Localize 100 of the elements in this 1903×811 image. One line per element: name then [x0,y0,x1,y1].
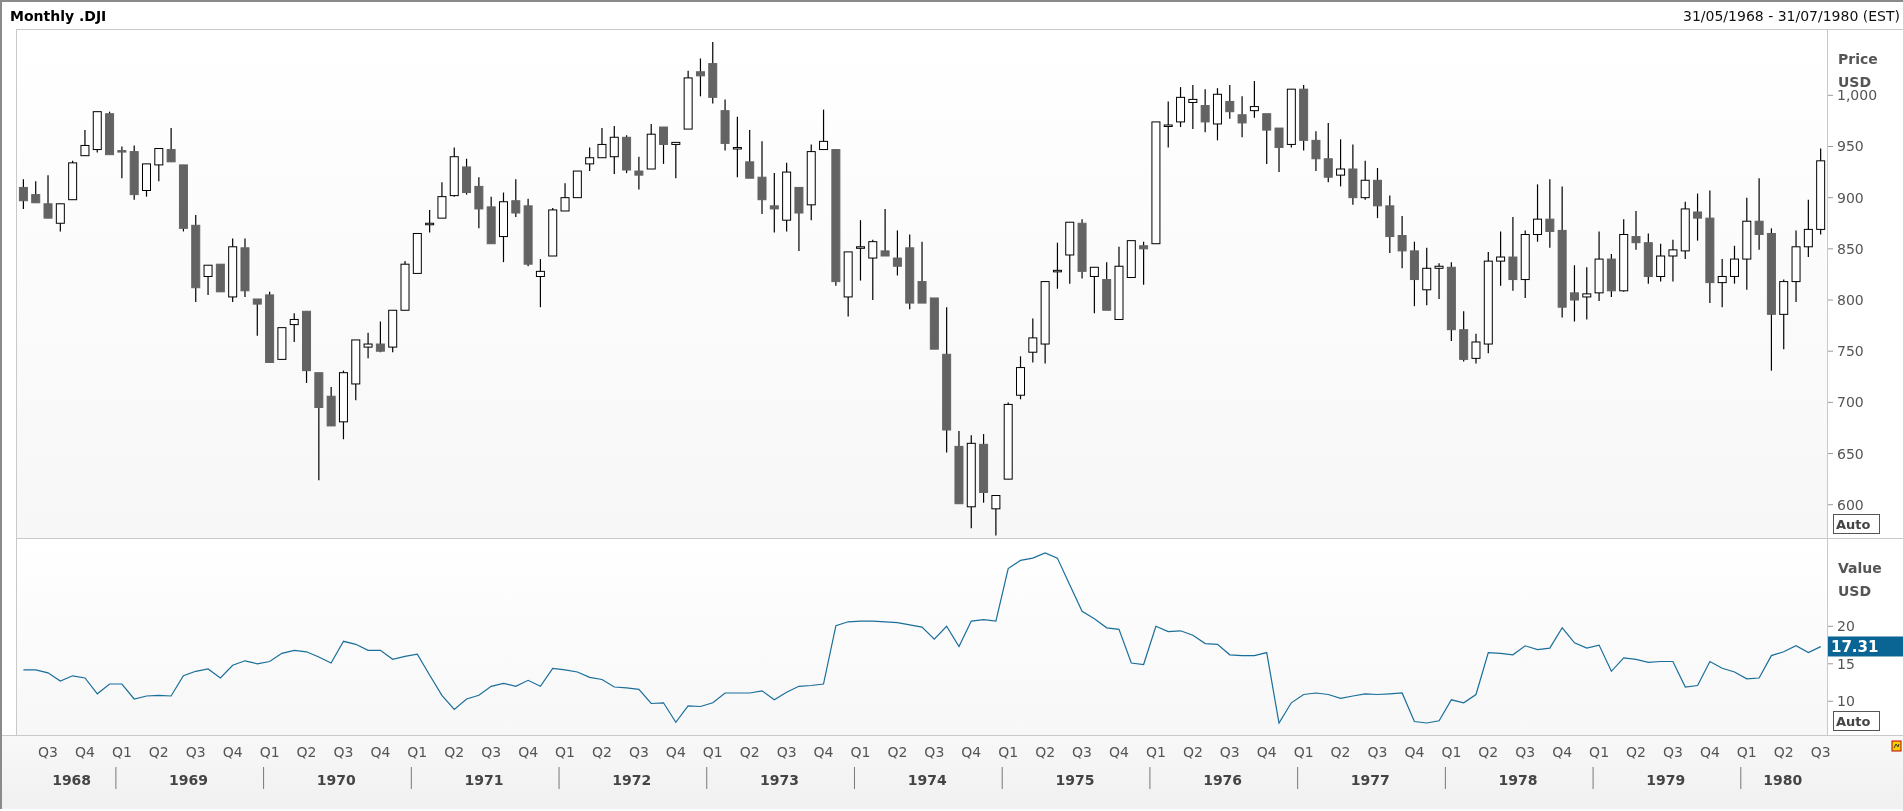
candlestick [437,181,447,219]
quarter-label: Q1 [1145,744,1166,760]
axis-tick-label: 650 [1837,445,1864,462]
candlestick [1693,192,1703,242]
quarter-label: Q2 [296,744,317,760]
quarter-label: Q4 [961,744,982,760]
axis-title: Value [1838,560,1882,576]
candlestick [129,144,139,201]
candlestick [1533,183,1543,243]
candlestick [1360,160,1370,201]
candlestick [979,433,989,504]
candlestick [732,116,742,178]
quarter-label: Q3 [1367,744,1388,760]
candlestick [1643,232,1653,285]
candlestick [1163,100,1173,149]
axis-tick-label: 750 [1837,343,1864,360]
candlestick [277,327,287,360]
candlestick [252,298,262,337]
auto-scale-button[interactable]: Auto [1833,514,1880,534]
axis-tick-label: 15 [1837,655,1855,672]
quarter-label: Q1 [1293,744,1314,760]
quarter-label: Q2 [1035,744,1056,760]
candlestick [486,196,496,245]
candlestick [499,191,508,263]
candlestick [1631,210,1641,251]
candlestick [1102,261,1112,311]
quarter-label: Q2 [592,744,612,760]
candlestick [1680,201,1690,260]
candlestick [1077,218,1087,280]
candlestick [363,332,373,359]
candlestick [856,219,865,282]
candlestick [1569,264,1579,323]
auto-scale-button[interactable]: Auto [1833,711,1880,731]
candlestick [535,258,545,308]
candlestick [68,160,78,201]
candlestick [868,239,878,301]
status-icon[interactable] [1891,740,1902,752]
year-label: 1975 [1055,772,1095,788]
candlestick [1594,230,1604,302]
candlestick [400,260,410,311]
quarter-label: Q2 [1626,744,1646,760]
candlestick [1089,266,1099,314]
quarter-label: Q3 [185,744,206,760]
candlestick [1397,215,1407,269]
candlestick [1520,229,1530,299]
candlestick [1311,130,1321,172]
candlestick [892,229,902,277]
candlestick [1779,278,1789,350]
axis-tick-label: 600 [1837,496,1864,513]
quarter-label: Q3 [1810,744,1831,760]
candlestick [609,125,619,175]
quarter-label: Q2 [1773,744,1794,760]
candlestick [43,174,53,219]
candlestick [289,312,299,343]
candlestick [929,297,939,350]
candlestick [720,98,730,152]
quarter-label: Q4 [222,744,243,760]
quarter-label: Q1 [850,744,871,760]
candlestick [474,176,484,229]
quarter-label: Q3 [1662,744,1683,760]
candlestick [1373,167,1382,219]
candlestick [695,57,705,97]
candlestick [708,41,718,105]
candlestick [523,198,533,267]
candlestick [782,162,792,233]
year-label: 1968 [52,772,92,788]
year-label: 1972 [612,772,652,788]
candlestick [1274,127,1284,173]
candlestick [622,134,632,174]
date-range: 31/05/1968 - 31/07/1980 (EST) [1683,7,1900,24]
quarter-label: Q2 [444,744,465,760]
candlestick [1409,241,1419,307]
year-label: 1979 [1646,772,1686,788]
candlestick [375,320,385,353]
chart-title: Monthly .DJI [10,7,107,24]
year-label: 1969 [169,772,209,788]
quarter-label: Q1 [111,744,132,760]
candlestick [548,207,558,257]
candlestick [228,238,238,303]
quarter-label: Q4 [1552,744,1573,760]
quarter-label: Q1 [555,744,575,760]
year-label: 1976 [1203,772,1243,788]
candlestick [425,209,435,234]
quarter-label: Q2 [739,744,760,760]
candlestick [880,208,890,257]
candlestick [351,339,361,401]
candlestick [1434,262,1444,300]
axis-unit: USD [1838,583,1872,599]
axis-tick-label: 950 [1837,138,1864,155]
candlestick [1126,240,1136,279]
candlestick [1028,317,1038,364]
candlestick [326,386,336,427]
candlestick [449,146,459,198]
quarter-label: Q3 [38,744,58,760]
candlestick [142,163,151,198]
candlestick [1212,87,1222,141]
axis-tick-label: 1,000 [1837,87,1878,104]
candlestick [819,109,829,151]
value-readout: 17.31 [1828,636,1903,657]
candlestick [1052,242,1062,290]
